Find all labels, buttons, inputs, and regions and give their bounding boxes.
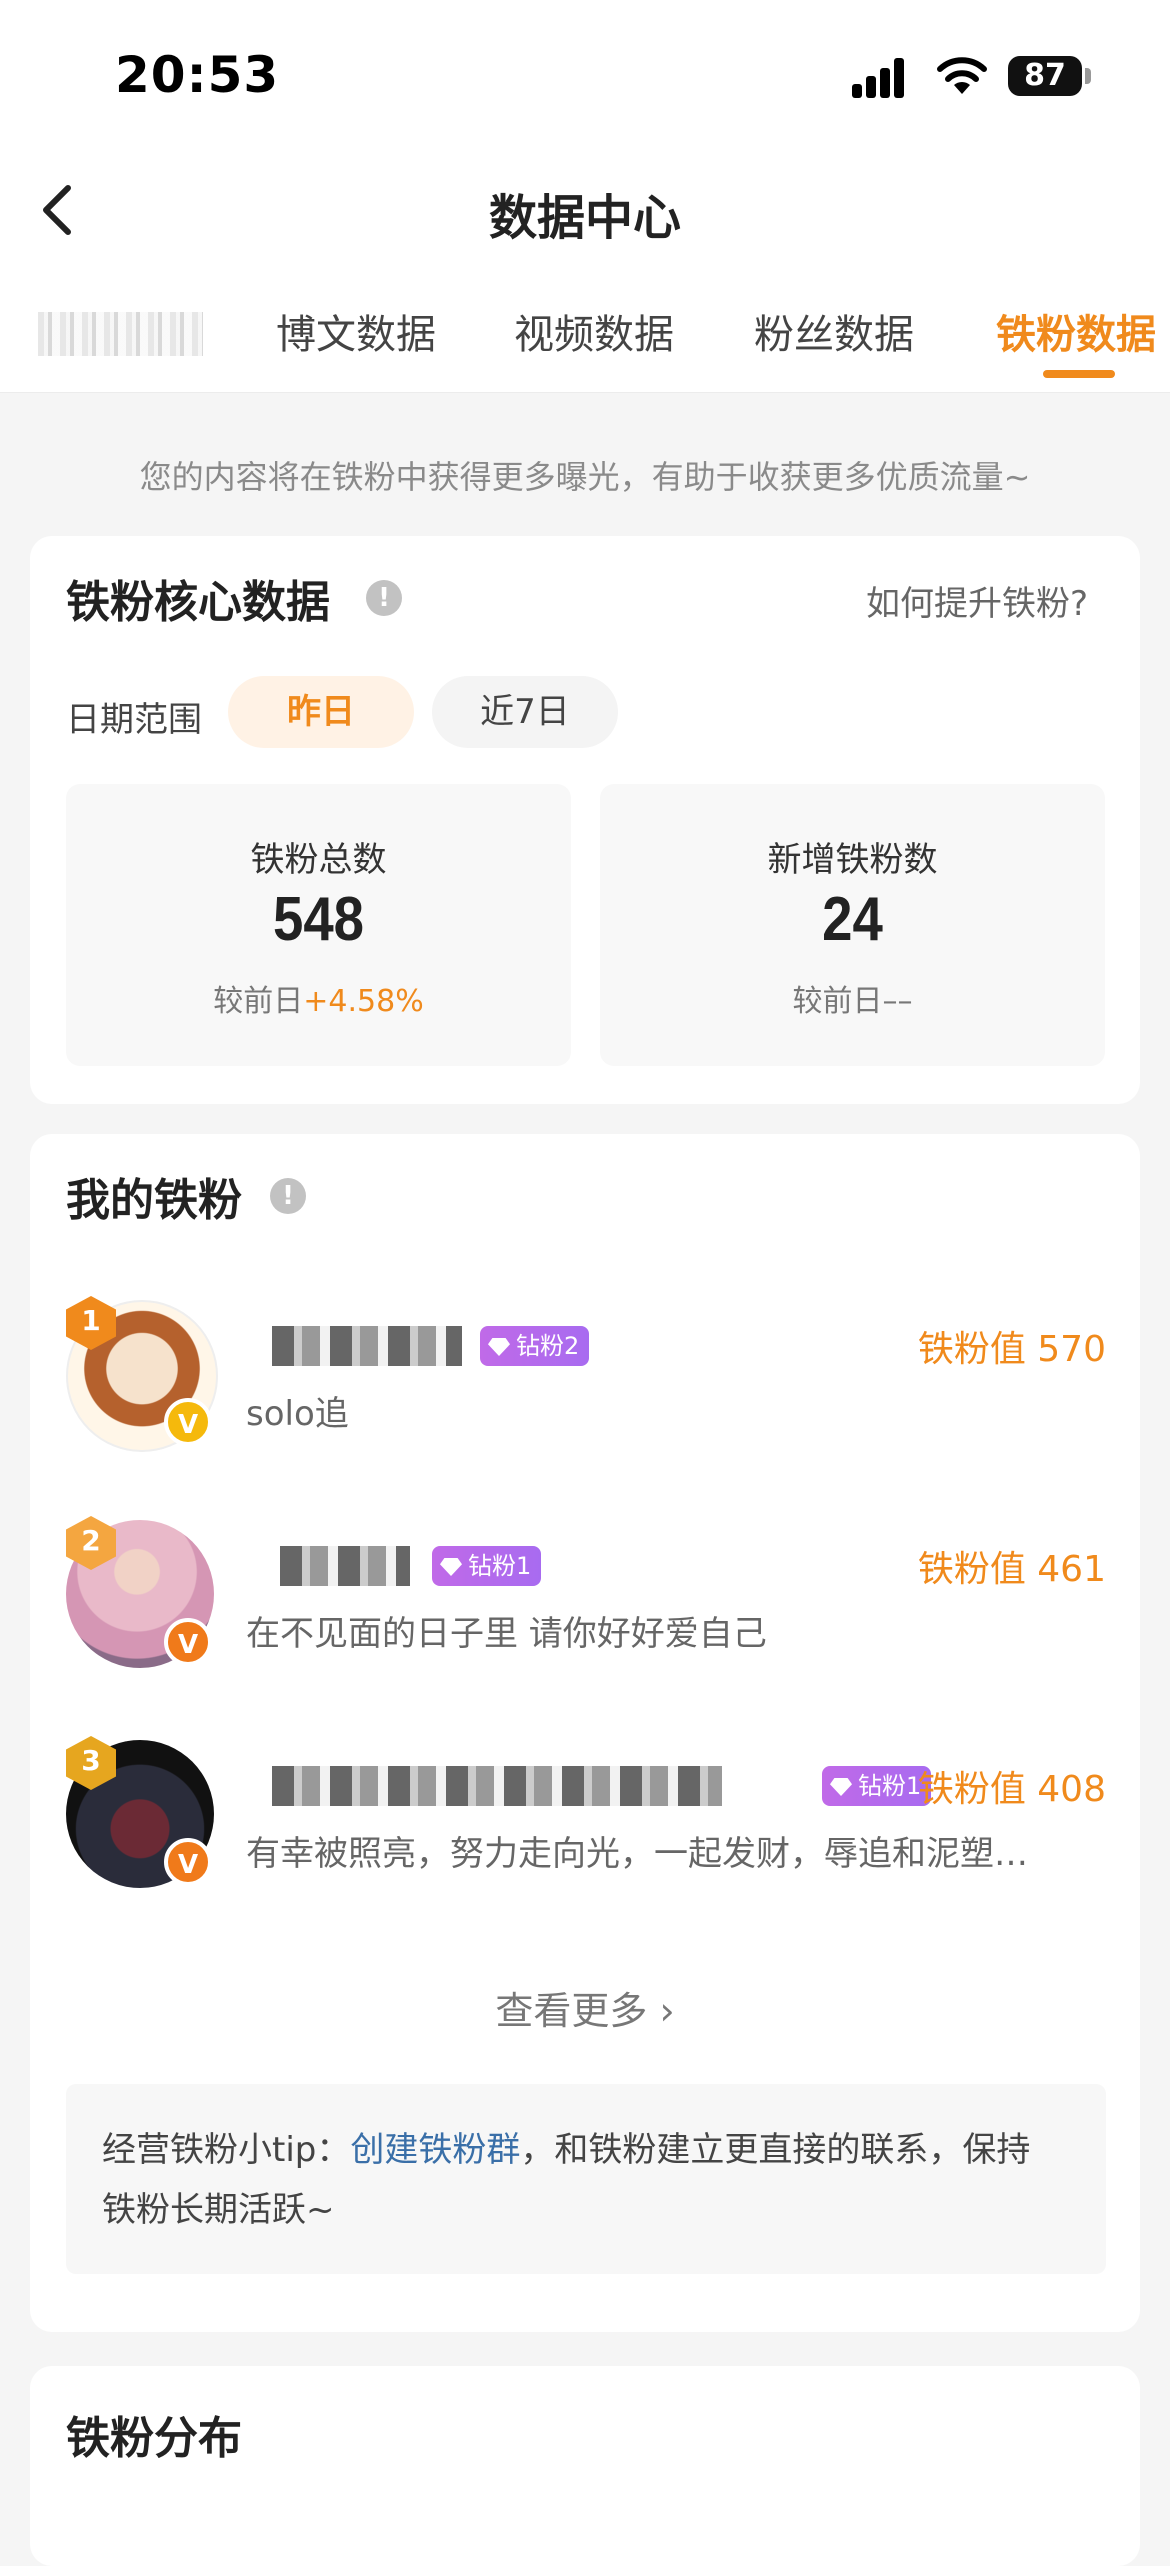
fan-signature: 有幸被照亮，努力走向光，一起发财，辱追和泥塑… [246, 1834, 1028, 1874]
diamond-fan-badge: 钻粉2 [480, 1326, 590, 1366]
fan-signature: solo追 [246, 1394, 349, 1434]
badge-label: 钻粉1 [468, 1552, 532, 1580]
core-data-card: 铁粉核心数据 ! 如何提升铁粉? 日期范围 昨日 近7日 铁粉总数 548 较前… [30, 536, 1140, 1104]
chip-last-7-days[interactable]: 近7日 [432, 676, 618, 748]
date-range-label: 日期范围 [66, 700, 202, 740]
tab-posts[interactable]: 博文数据 [276, 302, 436, 360]
badge-label: 钻粉2 [516, 1332, 580, 1360]
wifi-icon [937, 57, 987, 94]
status-bar: 20:53 87 [0, 0, 1170, 150]
compare-value: +4.58% [303, 984, 424, 1019]
cellular-signal-icon [852, 56, 916, 98]
fan-name-blurred [280, 1546, 410, 1586]
stat-compare: 较前日+4.58% [66, 976, 571, 1020]
my-fans-card: 我的铁粉 ! 1 V 钻粉2 铁粉值 570 solo追 2 V 钻粉1 铁粉值… [30, 1134, 1140, 2332]
fan-value: 铁粉值 570 [917, 1329, 1106, 1370]
core-data-title: 铁粉核心数据 [66, 577, 330, 628]
info-icon[interactable]: ! [270, 1178, 306, 1214]
diamond-icon [440, 1558, 462, 1576]
stat-total-fans: 铁粉总数 548 较前日+4.58% [66, 784, 571, 1066]
active-tab-indicator [1043, 370, 1115, 378]
header-area: 20:53 87 数据中心 博文数据 视频数据 粉丝数据 铁粉数据 [0, 0, 1170, 393]
diamond-icon [488, 1338, 510, 1356]
diamond-fan-badge: 钻粉1 [432, 1546, 542, 1586]
compare-prefix: 较前日 [792, 984, 883, 1019]
fan-name-blurred [272, 1326, 462, 1366]
tip-box: 经营铁粉小tip：创建铁粉群，和铁粉建立更直接的联系，保持铁粉长期活跃~ [66, 2084, 1106, 2274]
tab-bar: 博文数据 视频数据 粉丝数据 铁粉数据 [0, 290, 1170, 393]
stat-new-fans: 新增铁粉数 24 较前日–– [600, 784, 1105, 1066]
verified-icon: V [164, 1618, 212, 1666]
page-title: 数据中心 [488, 190, 681, 246]
status-time: 20:53 [115, 46, 280, 104]
my-fans-title: 我的铁粉 [66, 1175, 242, 1226]
fan-value: 铁粉值 408 [917, 1769, 1106, 1810]
fan-row-1[interactable]: 1 V 钻粉2 铁粉值 570 solo追 [66, 1296, 1106, 1452]
stat-label: 新增铁粉数 [767, 840, 938, 880]
chip-yesterday[interactable]: 昨日 [228, 676, 414, 748]
fan-name-blurred [272, 1766, 722, 1806]
intro-text: 您的内容将在铁粉中获得更多曝光，有助于收获更多优质流量~ [139, 458, 1031, 496]
stat-value: 548 [272, 885, 365, 954]
distribution-title: 铁粉分布 [66, 2413, 242, 2464]
tab-overview-blurred[interactable] [38, 312, 203, 356]
tab-fans[interactable]: 粉丝数据 [754, 302, 914, 360]
battery-icon: 87 [1008, 56, 1082, 96]
tab-iron-fans[interactable]: 铁粉数据 [996, 302, 1156, 360]
tip-text: 经营铁粉小tip：创建铁粉群，和铁粉建立更直接的联系，保持铁粉长期活跃~ [102, 2120, 1062, 2240]
fan-signature: 在不见面的日子里 请你好好爱自己 [246, 1614, 767, 1654]
nav-bar: 数据中心 [0, 160, 1170, 260]
info-icon[interactable]: ! [366, 580, 402, 616]
battery-tip [1085, 68, 1091, 84]
fan-value: 铁粉值 461 [917, 1549, 1106, 1590]
how-to-improve-link[interactable]: 如何提升铁粉? [866, 576, 1088, 625]
create-fan-group-link[interactable]: 创建铁粉群 [350, 2130, 520, 2170]
tab-videos[interactable]: 视频数据 [514, 302, 674, 360]
fan-row-3[interactable]: 3 V 钻粉1 铁粉值 408 有幸被照亮，努力走向光，一起发财，辱追和泥塑… [66, 1736, 1106, 1890]
stat-label: 铁粉总数 [250, 840, 387, 880]
distribution-card: 铁粉分布 [30, 2366, 1140, 2566]
diamond-fan-badge: 钻粉1 [822, 1766, 932, 1806]
diamond-icon [830, 1778, 852, 1796]
verified-icon: V [164, 1398, 212, 1446]
badge-label: 钻粉1 [858, 1772, 922, 1800]
compare-value: –– [882, 984, 913, 1019]
fan-row-2[interactable]: 2 V 钻粉1 铁粉值 461 在不见面的日子里 请你好好爱自己 [66, 1516, 1106, 1670]
verified-icon: V [164, 1838, 212, 1886]
view-more-button[interactable]: 查看更多 › [30, 1980, 1140, 2035]
stat-value: 24 [822, 885, 883, 954]
stat-compare: 较前日–– [600, 976, 1105, 1020]
tip-prefix: 经营铁粉小tip： [102, 2130, 351, 2170]
compare-prefix: 较前日 [213, 984, 304, 1019]
